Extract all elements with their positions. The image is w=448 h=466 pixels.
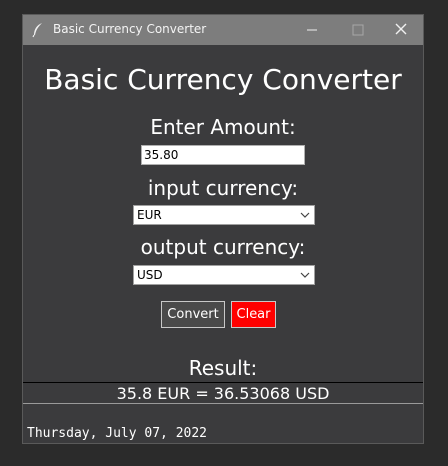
input-currency-label: input currency: [147,176,299,200]
app-window: Basic Currency Converter Basic Currency … [22,14,424,444]
close-button[interactable] [379,15,425,45]
title-bar[interactable]: Basic Currency Converter [23,15,423,45]
input-currency-value: EUR [137,208,162,222]
page-title: Basic Currency Converter [44,63,402,96]
amount-input[interactable] [141,145,305,165]
output-currency-value: USD [137,268,163,282]
output-currency-label: output currency: [140,235,306,259]
minimize-button[interactable] [289,15,335,45]
chevron-down-icon [300,209,310,221]
clear-button[interactable]: Clear [231,301,276,328]
result-label: Result: [188,356,258,380]
date-label: Thursday, July 07, 2022 [27,426,208,441]
window-title: Basic Currency Converter [53,22,207,36]
maximize-icon [352,24,364,36]
close-icon [395,23,407,35]
amount-label: Enter Amount: [150,115,296,139]
convert-button[interactable]: Convert [161,301,225,328]
minimize-icon [307,29,317,31]
chevron-down-icon [300,269,310,281]
feather-icon [31,22,45,38]
output-currency-select[interactable]: USD [133,265,315,285]
maximize-button[interactable] [335,15,381,45]
input-currency-select[interactable]: EUR [133,205,315,225]
result-output: 35.8 EUR = 36.53068 USD [23,382,423,404]
